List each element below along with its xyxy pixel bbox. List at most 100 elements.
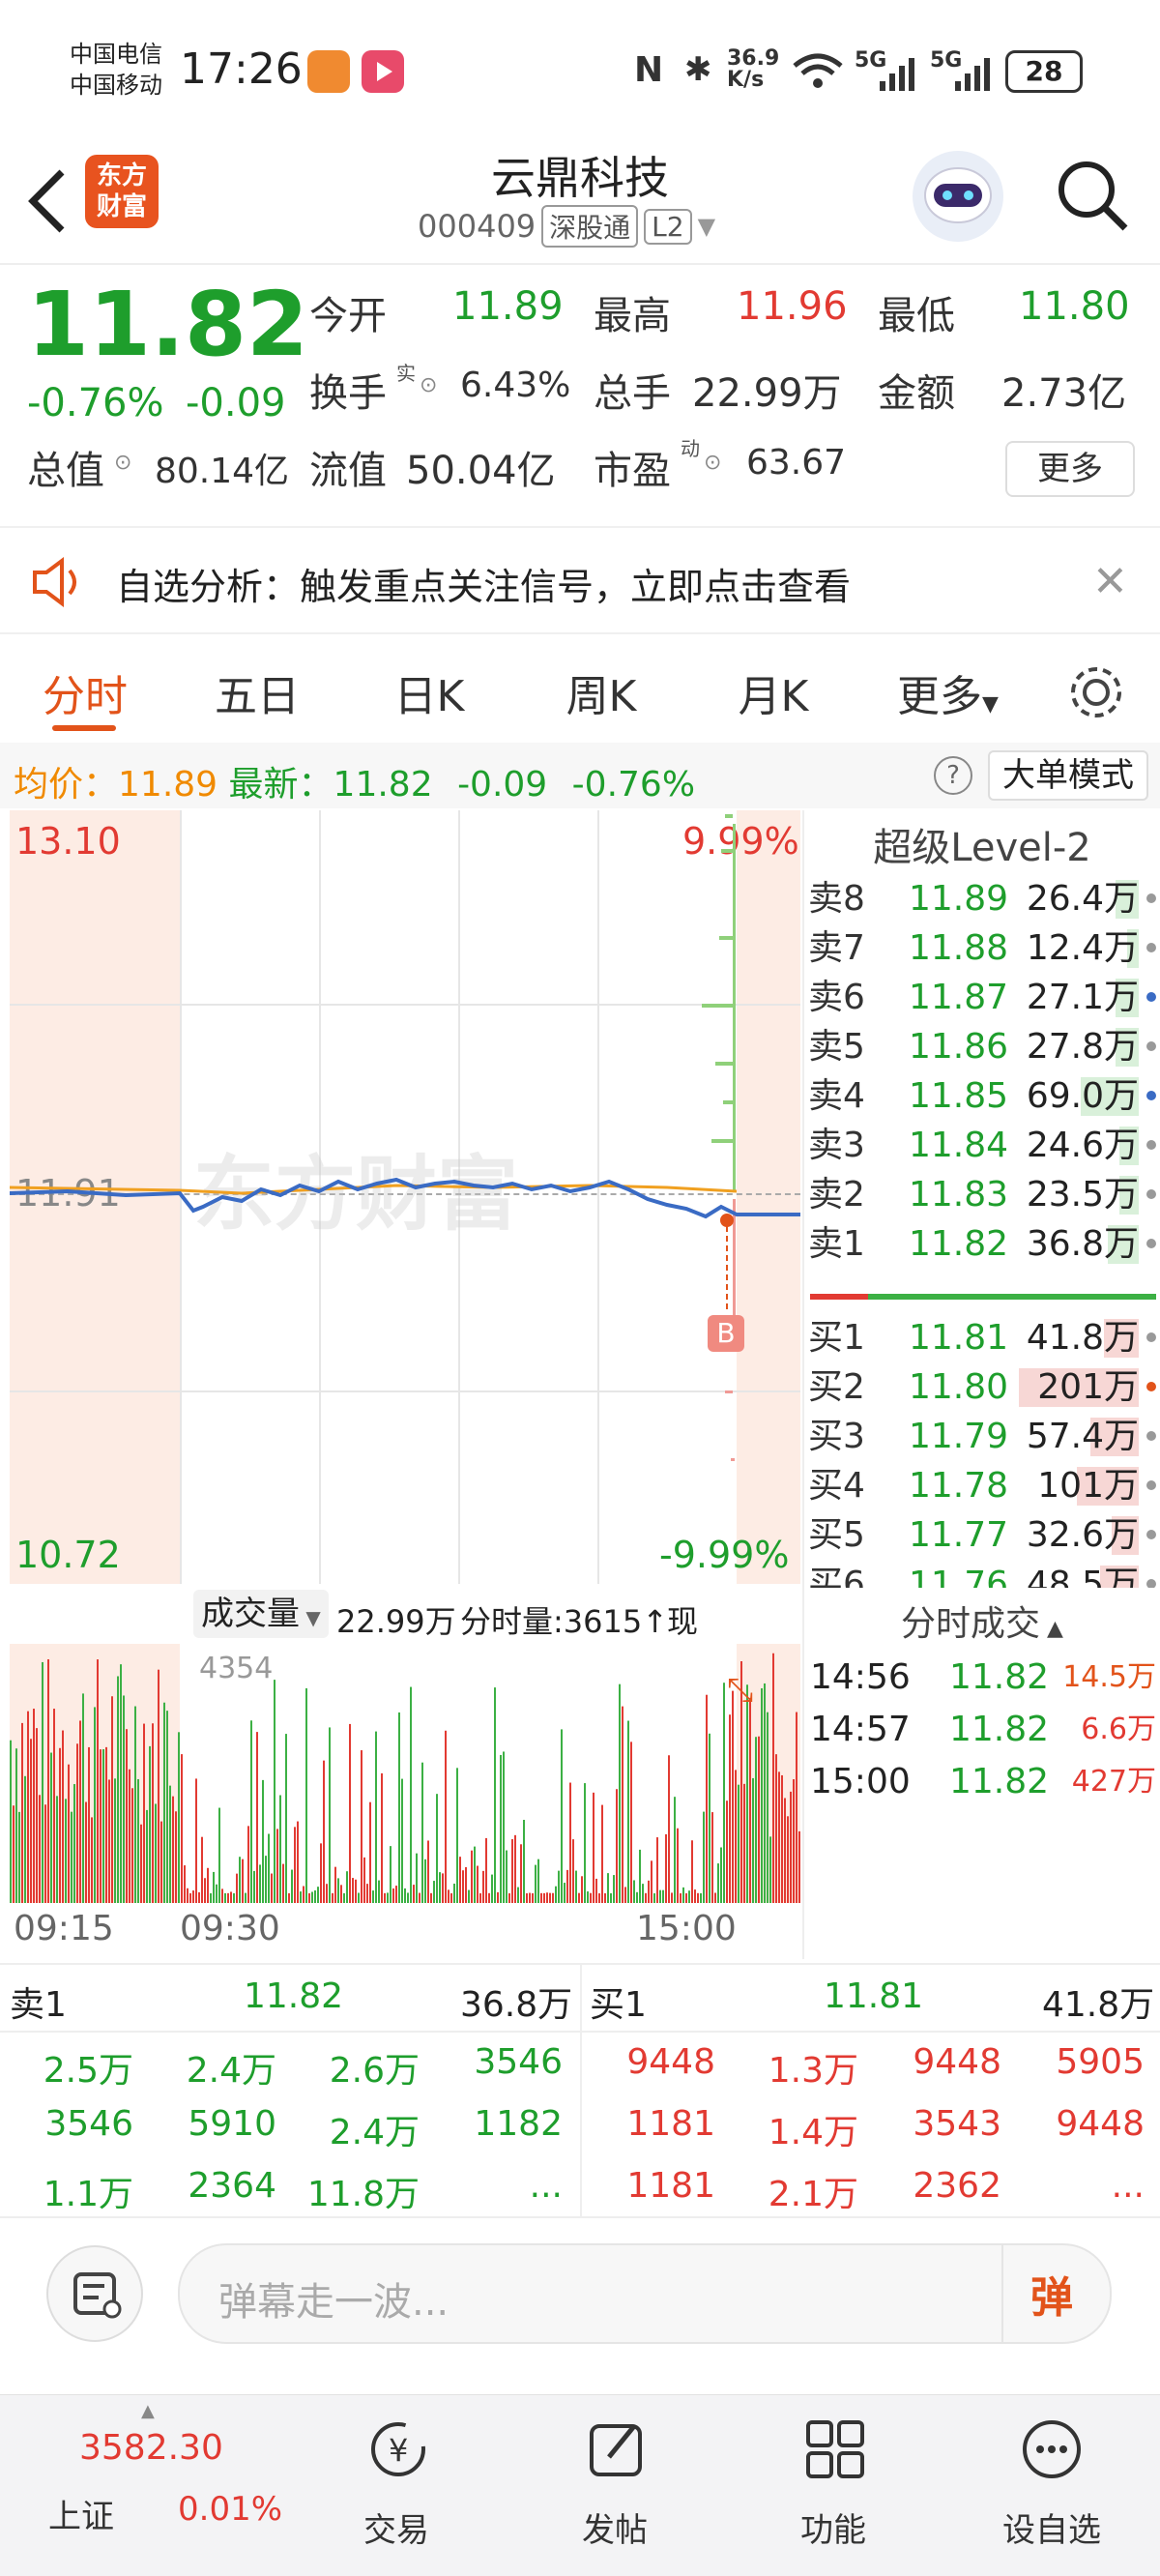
ask-row[interactable]: 卖7 11.88 12.4万 xyxy=(804,923,1160,973)
volume-bar xyxy=(616,1789,618,1903)
tab-more[interactable]: 更多▼ xyxy=(897,661,999,723)
volume-bar xyxy=(242,1859,244,1903)
bid-row[interactable]: 买2 11.80 201万 xyxy=(804,1362,1160,1412)
nav-post[interactable]: 发帖 xyxy=(566,2409,663,2554)
info-circle-icon[interactable]: ⊙ xyxy=(420,373,437,397)
search-icon[interactable] xyxy=(1054,157,1131,238)
volume-bar xyxy=(320,1843,322,1903)
caret-up-icon: ▲ xyxy=(141,2401,155,2421)
volume-selector[interactable]: 成交量 ▼ xyxy=(193,1590,329,1638)
volume-bar xyxy=(39,1795,41,1903)
volume-bar xyxy=(439,1872,441,1903)
bid-level-label: 买3 xyxy=(808,1417,865,1456)
volume-bar xyxy=(224,1892,226,1903)
nav-add-watchlist[interactable]: 设自选 xyxy=(994,2409,1110,2554)
ask-volume: 36.8万 xyxy=(1026,1224,1139,1264)
index-value[interactable]: 3582.30 xyxy=(79,2428,223,2468)
expand-icon[interactable]: ⤡ xyxy=(727,1671,753,1710)
volume-bar xyxy=(642,1884,644,1903)
bid-row[interactable]: 买5 11.77 32.6万 xyxy=(804,1510,1160,1560)
tab-daily-k[interactable]: 日K xyxy=(371,661,487,723)
ask-level-label: 卖4 xyxy=(808,1076,865,1116)
volume-bar xyxy=(413,1885,415,1903)
video-app-icon xyxy=(362,50,404,93)
tab-five-day[interactable]: 五日 xyxy=(199,661,315,723)
danmu-input[interactable]: 弹幕走一波... 弹 xyxy=(178,2243,1112,2344)
queue-cell: 1181 xyxy=(626,2166,715,2206)
signal-banner[interactable]: 自选分析：触发重点关注信号，立即点击查看 ✕ xyxy=(0,526,1160,634)
volume-bar xyxy=(790,1791,792,1903)
volume-bar xyxy=(758,1736,760,1903)
volume-bar xyxy=(633,1880,635,1903)
volume-bar xyxy=(201,1836,203,1903)
ask-dot-icon xyxy=(1146,992,1156,1002)
nav-trade[interactable]: ¥ 交易 xyxy=(348,2409,445,2554)
dropdown-caret-icon[interactable]: ▼ xyxy=(698,213,715,240)
big-order-mode-button[interactable]: 大单模式 xyxy=(988,750,1148,801)
volume-bar xyxy=(468,1889,470,1903)
volume-bar xyxy=(114,1778,116,1903)
volume-bar xyxy=(276,1829,278,1903)
bid-row[interactable]: 买6 11.76 48.5万 xyxy=(804,1560,1160,1588)
high-value: 11.96 xyxy=(737,284,848,329)
buy-marker-badge[interactable]: B xyxy=(708,1315,744,1352)
volume-bar xyxy=(552,1892,554,1903)
ask-row[interactable]: 卖5 11.86 27.8万 xyxy=(804,1022,1160,1071)
volume-chart[interactable]: 4354 ⤡ xyxy=(10,1644,800,1903)
danmu-placeholder: 弹幕走一波... xyxy=(218,2280,450,2325)
settings-gear-icon[interactable] xyxy=(1067,663,1125,725)
trade-time: 14:57 xyxy=(810,1710,911,1749)
info-circle-icon[interactable]: ⊙ xyxy=(114,451,131,475)
bid-level-label: 买4 xyxy=(808,1466,865,1506)
latest-pct: -0.76% xyxy=(571,765,696,805)
ask-row[interactable]: 卖3 11.84 24.6万 xyxy=(804,1121,1160,1170)
nav-trade-label: 交易 xyxy=(363,2511,429,2550)
more-button[interactable]: 更多 xyxy=(1005,441,1135,497)
danmu-toggle-icon[interactable]: 弹 xyxy=(1030,2263,1073,2325)
volume-bar xyxy=(456,1768,458,1903)
bid-price: 11.81 xyxy=(909,1318,1009,1358)
bid-row[interactable]: 买4 11.78 101万 xyxy=(804,1461,1160,1510)
ask-level-label: 卖3 xyxy=(808,1126,865,1165)
volume-bar xyxy=(27,1711,29,1903)
queue-cell: 9448 xyxy=(913,2042,1001,2082)
ask-row[interactable]: 卖2 11.83 23.5万 xyxy=(804,1170,1160,1219)
ask-row[interactable]: 卖4 11.85 69.0万 xyxy=(804,1071,1160,1121)
trades-title[interactable]: 分时成交 ▲ xyxy=(804,1595,1160,1646)
level-tag: L2 xyxy=(644,208,692,245)
low-value: 11.80 xyxy=(1019,284,1130,329)
ask-row[interactable]: 卖1 11.82 36.8万 xyxy=(804,1219,1160,1269)
volume-bar xyxy=(694,1889,696,1903)
pe-label: 市盈 xyxy=(594,449,671,493)
volume-bar xyxy=(604,1892,606,1903)
volume-bar xyxy=(352,1878,354,1903)
bid-price: 11.79 xyxy=(909,1417,1009,1456)
help-icon[interactable]: ? xyxy=(934,756,972,795)
close-icon[interactable]: ✕ xyxy=(1092,557,1128,606)
trade-volume: 6.6万 xyxy=(1081,1712,1156,1746)
turnover-value: 6.43% xyxy=(460,366,571,405)
robot-assistant-icon[interactable] xyxy=(913,151,1003,242)
volume-bar xyxy=(308,1892,310,1903)
tab-intraday[interactable]: 分时 xyxy=(27,661,143,723)
bid-volume: 57.4万 xyxy=(1026,1417,1139,1456)
bid-level-label: 买6 xyxy=(808,1565,865,1588)
tab-weekly-k[interactable]: 周K xyxy=(543,661,659,723)
nav-functions[interactable]: 功能 xyxy=(785,2409,882,2554)
volume-bar xyxy=(668,1755,670,1903)
ask-dot-icon xyxy=(1146,1041,1156,1051)
queue-cell: ... xyxy=(529,2166,563,2206)
bid-row[interactable]: 买1 11.81 41.8万 xyxy=(804,1313,1160,1362)
bid-row[interactable]: 买3 11.79 57.4万 xyxy=(804,1412,1160,1461)
stock-code: 000409 xyxy=(418,208,536,245)
volume-bar xyxy=(262,1779,264,1903)
volume-bar xyxy=(503,1751,505,1903)
ask-row[interactable]: 卖8 11.89 26.4万 xyxy=(804,874,1160,923)
ask-row[interactable]: 卖6 11.87 27.1万 xyxy=(804,973,1160,1022)
info-circle-icon[interactable]: ⊙ xyxy=(704,451,721,475)
intraday-price-chart[interactable]: 东方财富 13.10 9.99% 11.91 10.72 -9.99% B xyxy=(10,810,800,1584)
tab-monthly-k[interactable]: 月K xyxy=(715,661,831,723)
comment-settings-button[interactable] xyxy=(46,2245,143,2342)
level2-title: 超级Level-2 xyxy=(873,826,1091,870)
volume-bar xyxy=(677,1828,679,1903)
